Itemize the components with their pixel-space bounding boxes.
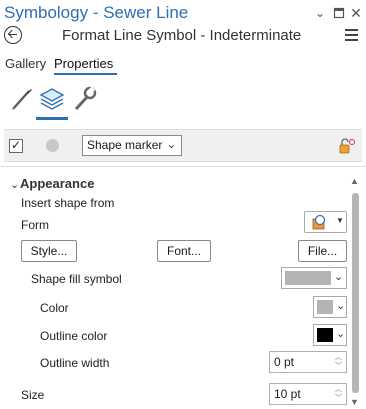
tab-gallery[interactable]: Gallery	[5, 56, 46, 71]
outline-width-label: Outline width	[40, 356, 110, 370]
scroll-up-icon[interactable]: ▲	[350, 176, 359, 186]
tab-properties[interactable]: Properties	[54, 56, 113, 71]
chevron-down-icon: ⌄	[336, 300, 346, 312]
active-tool-indicator	[36, 117, 68, 120]
form-label: Form	[21, 218, 49, 232]
active-tab-indicator	[54, 73, 117, 75]
insert-shape-label: Insert shape from	[21, 196, 115, 210]
size-label: Size	[21, 388, 45, 402]
shape-gallery-icon	[312, 215, 326, 230]
chevron-down-icon: ⌄	[336, 328, 346, 340]
shape-fill-picker[interactable]: ⌄	[281, 267, 347, 289]
chevron-down-icon: ⌄	[334, 271, 344, 283]
layer-preview-icon	[46, 139, 59, 152]
color-picker[interactable]: ⌄	[313, 296, 347, 318]
color-swatch	[317, 300, 333, 314]
color-label: Color	[40, 301, 69, 315]
shape-fill-label: Shape fill symbol	[31, 272, 122, 286]
spin-down-icon[interactable]: ﹀	[335, 394, 343, 403]
window-title: Symbology - Sewer Line	[4, 3, 189, 22]
outline-width-input[interactable]: 0 pt ︿ ﹀	[269, 351, 347, 373]
style-button[interactable]: Style...	[21, 240, 77, 262]
back-button[interactable]	[4, 26, 22, 44]
menu-icon[interactable]	[345, 29, 358, 41]
chevron-down-icon: ⌄	[166, 139, 176, 151]
divider	[0, 166, 366, 167]
shape-fill-swatch	[285, 271, 331, 285]
form-picker-button[interactable]: ▼	[304, 211, 347, 233]
scrollbar-thumb[interactable]	[352, 193, 359, 393]
marker-type-value: Shape marker	[87, 138, 163, 152]
size-value: 10 pt	[274, 387, 301, 401]
outline-color-label: Outline color	[40, 329, 108, 343]
chevron-down-icon[interactable]: ⌄	[313, 6, 327, 20]
lock-icon[interactable]	[338, 137, 356, 160]
file-button[interactable]: File...	[298, 240, 347, 262]
scroll-down-icon[interactable]: ▼	[350, 397, 359, 407]
font-button[interactable]: Font...	[157, 240, 211, 262]
dropdown-arrow-icon: ▼	[336, 216, 344, 225]
close-icon[interactable]: ✕	[349, 6, 363, 20]
spin-up-icon[interactable]: ︿	[335, 353, 343, 362]
spin-up-icon[interactable]: ︿	[335, 385, 343, 394]
wrench-icon[interactable]	[70, 85, 98, 113]
chevron-down-icon[interactable]: ⌄	[10, 178, 19, 191]
layer-visible-checkbox[interactable]	[9, 138, 23, 153]
section-title[interactable]: Appearance	[20, 176, 94, 191]
spin-down-icon[interactable]: ﹀	[335, 362, 343, 371]
pane-subtitle: Format Line Symbol - Indeterminate	[62, 27, 302, 44]
outline-width-value: 0 pt	[274, 355, 295, 369]
layers-icon[interactable]	[38, 85, 66, 113]
marker-type-select[interactable]: Shape marker ⌄	[82, 135, 182, 156]
pin-icon[interactable]	[332, 6, 346, 20]
brush-icon[interactable]	[8, 85, 36, 113]
outline-color-swatch	[317, 328, 333, 342]
size-input[interactable]: 10 pt ︿ ﹀	[269, 383, 347, 405]
outline-color-picker[interactable]: ⌄	[313, 324, 347, 346]
